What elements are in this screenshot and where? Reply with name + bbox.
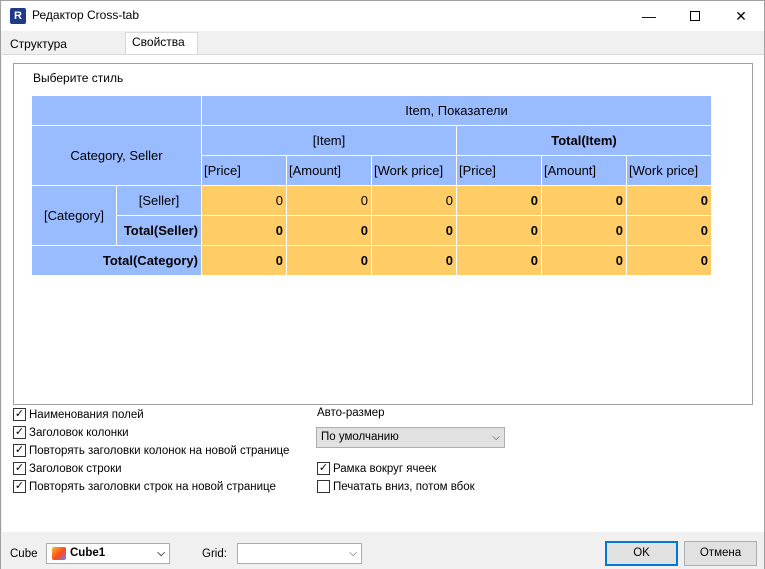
cell-border-checkbox[interactable]: ✓ Рамка вокруг ячеек: [317, 461, 437, 478]
data-cell: 0: [457, 246, 541, 275]
style-label: Выберите стиль: [33, 71, 124, 85]
cube-label: Cube: [10, 548, 38, 560]
corner-top-cell: [32, 96, 201, 125]
window-title: Редактор Cross-tab: [32, 8, 140, 22]
grid-label: Grid:: [202, 548, 227, 560]
close-button[interactable]: ✕: [718, 1, 764, 31]
repeat-row-headers-label: Повторять заголовки строк на новой стран…: [29, 481, 276, 493]
check-icon: ✓: [13, 425, 26, 439]
total-item-header: Total(Item): [457, 126, 711, 155]
check-icon: ✓: [13, 479, 26, 493]
ok-button[interactable]: OK: [605, 541, 678, 566]
measure-amount: [Amount]: [287, 156, 371, 185]
cube-value: Cube1: [70, 547, 106, 559]
data-cell: 0: [542, 186, 626, 215]
data-cell: 0: [542, 216, 626, 245]
row-header-label: Заголовок строки: [29, 463, 122, 475]
col-group-header: Item, Показатели: [202, 96, 711, 125]
data-cell: 0: [287, 216, 371, 245]
data-cell: 0: [202, 186, 286, 215]
repeat-column-headers-label: Повторять заголовки колонок на новой стр…: [29, 445, 290, 457]
maximize-icon: [690, 10, 700, 21]
row-seller-header: [Seller]: [117, 186, 201, 215]
data-cell: 0: [627, 246, 711, 275]
data-cell: 0: [372, 186, 456, 215]
row-category-header: [Category]: [32, 186, 116, 245]
data-cell: 0: [372, 246, 456, 275]
minimize-button[interactable]: —: [626, 1, 672, 31]
app-icon: R: [10, 8, 26, 24]
check-icon: ✓: [13, 461, 26, 475]
tab-strip: Структура таблицы Свойства: [1, 32, 764, 70]
measure-work-price: [Work price]: [372, 156, 456, 185]
data-cell: 0: [202, 246, 286, 275]
check-icon: ✓: [317, 461, 330, 475]
chevron-down-icon: ⌵: [349, 548, 357, 559]
autosize-select[interactable]: По умолчанию ⌵: [316, 427, 505, 448]
check-icon: ✓: [13, 407, 26, 421]
item-header: [Item]: [202, 126, 456, 155]
empty-checkbox-icon: [317, 479, 330, 493]
tab-properties[interactable]: Свойства: [125, 32, 198, 54]
column-header-checkbox[interactable]: ✓ Заголовок колонки: [13, 425, 129, 442]
data-cell: 0: [627, 186, 711, 215]
data-cell: 0: [287, 246, 371, 275]
grid-select[interactable]: ⌵: [237, 543, 362, 564]
bottom-bar: Cube Cube1 ⌵ Grid: ⌵ OK Отмена: [1, 533, 764, 569]
chevron-down-icon: ⌵: [157, 548, 165, 559]
column-header-label: Заголовок колонки: [29, 427, 129, 439]
measure-price-total: [Price]: [457, 156, 541, 185]
title-bar: R Редактор Cross-tab — ✕: [1, 1, 764, 31]
repeat-column-headers-checkbox[interactable]: ✓ Повторять заголовки колонок на новой ст…: [13, 443, 290, 460]
measure-price: [Price]: [202, 156, 286, 185]
data-cell: 0: [627, 216, 711, 245]
chevron-down-icon: ⌵: [492, 432, 500, 443]
autosize-value: По умолчанию: [321, 431, 399, 443]
field-names-label: Наименования полей: [29, 409, 144, 421]
check-icon: ✓: [13, 443, 26, 457]
field-names-checkbox[interactable]: ✓ Наименования полей: [13, 407, 144, 424]
row-total-seller-header: Total(Seller): [117, 216, 201, 245]
autosize-label: Авто-размер: [317, 407, 385, 419]
cube-select[interactable]: Cube1 ⌵: [46, 543, 170, 564]
print-down-checkbox[interactable]: Печатать вниз, потом вбок: [317, 479, 475, 496]
properties-page: Выберите стиль Category, Seller Item, По…: [2, 54, 764, 532]
measure-work-price-total: [Work price]: [627, 156, 711, 185]
maximize-button[interactable]: [672, 1, 718, 31]
repeat-row-headers-checkbox[interactable]: ✓ Повторять заголовки строк на новой стра…: [13, 479, 276, 496]
cancel-button[interactable]: Отмена: [684, 541, 757, 566]
data-cell: 0: [457, 216, 541, 245]
style-preview-box[interactable]: Выберите стиль Category, Seller Item, По…: [13, 63, 753, 405]
crosstab-preview: Category, Seller Item, Показатели [Item]…: [32, 96, 712, 276]
cell-border-label: Рамка вокруг ячеек: [333, 463, 437, 475]
data-cell: 0: [457, 186, 541, 215]
data-cell: 0: [542, 246, 626, 275]
measure-amount-total: [Amount]: [542, 156, 626, 185]
data-cell: 0: [372, 216, 456, 245]
row-total-category-header: Total(Category): [32, 246, 201, 275]
options-panel: ✓ Наименования полей ✓ Заголовок колонки ✓…: [2, 405, 762, 515]
data-cell: 0: [202, 216, 286, 245]
data-cell: 0: [287, 186, 371, 215]
crosstab-editor-window: R Редактор Cross-tab — ✕ Структура табли…: [0, 0, 765, 569]
row-header-checkbox[interactable]: ✓ Заголовок строки: [13, 461, 122, 478]
tab-structure[interactable]: Структура таблицы: [3, 34, 123, 70]
print-down-label: Печатать вниз, потом вбок: [333, 481, 475, 493]
corner-header: Category, Seller: [32, 126, 201, 185]
cube-icon: [52, 547, 66, 560]
